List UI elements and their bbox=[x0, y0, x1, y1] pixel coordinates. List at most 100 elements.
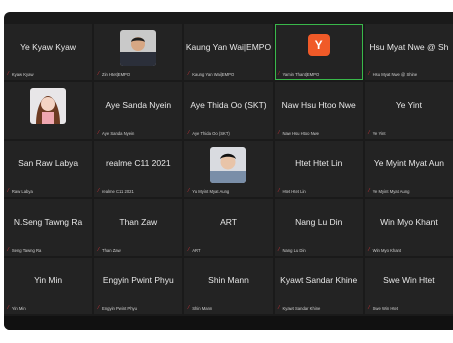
participant-label: Ye Yint bbox=[372, 130, 386, 136]
meeting-window: Ye Kyaw Kyaw ⁄ Kyaw Kyaw ⁄ Zin Htet|EMPO Kaun… bbox=[4, 12, 453, 330]
participant-name-tag: ⁄ Win Myo Khant bbox=[368, 246, 402, 253]
participant-label: Yamin Thant|EMPO bbox=[282, 72, 320, 78]
participant-display-name: Engyin Pwint Phyu bbox=[102, 275, 174, 286]
participant-tile[interactable]: San Raw Labya ⁄ Raw Labya bbox=[4, 140, 93, 198]
mic-muted-icon: ⁄ bbox=[278, 246, 280, 253]
participant-name-tag: ⁄ Ye Myint Myat Aung bbox=[369, 189, 410, 195]
participant-tile[interactable]: Kaung Yan Wai|EMPO ⁄ Kaung Yan Wai|EMPO bbox=[184, 24, 273, 81]
participant-label: Zin Htet|EMPO bbox=[102, 72, 131, 78]
participant-tile[interactable]: Hsu Myat Nwe @ Sh ⁄ Hsu Myat Nwe @ Shine bbox=[364, 24, 453, 81]
mic-muted-icon: ⁄ bbox=[368, 246, 370, 253]
participant-name-tag: ⁄ ART bbox=[188, 246, 201, 253]
mic-muted-icon: ⁄ bbox=[8, 305, 9, 311]
mic-muted-icon: ⁄ bbox=[278, 129, 280, 136]
participant-name-tag: ⁄ Kyaw Kyaw bbox=[8, 71, 34, 78]
participant-name-tag: ⁄ Raw Labya bbox=[8, 188, 33, 195]
participant-display-name: Yin Min bbox=[34, 275, 63, 286]
participant-name-tag: ⁄ Seng Tawng Ra bbox=[8, 246, 42, 253]
participant-tile[interactable]: Naw Hsu Htoo Nwe ⁄ Naw Hsu Htoo Nwe bbox=[274, 82, 363, 139]
mic-muted-icon: ⁄ bbox=[98, 129, 100, 136]
participant-label: Htet Htet Lin bbox=[282, 189, 306, 195]
participant-display-name: Than Zaw bbox=[119, 216, 158, 227]
participant-tile[interactable]: Than Zaw ⁄ Than Zaw bbox=[94, 199, 183, 256]
participant-tile[interactable]: ART ⁄ ART bbox=[184, 199, 273, 256]
participant-label: Kaung Yan Wai|EMPO bbox=[192, 72, 235, 78]
participant-label: Ye Myint Myat Aung bbox=[372, 189, 410, 195]
participant-tile[interactable]: Nang Lu Din ⁄ Nang Lu Din bbox=[274, 199, 363, 256]
mic-muted-icon: ⁄ bbox=[188, 188, 190, 195]
participant-tile[interactable] bbox=[4, 82, 93, 139]
participant-display-name: Kyawt Sandar Khine bbox=[280, 275, 358, 286]
participant-gallery: Ye Kyaw Kyaw ⁄ Kyaw Kyaw ⁄ Zin Htet|EMPO Kaun… bbox=[4, 24, 453, 314]
participant-label: Swe Win Htet bbox=[372, 306, 399, 311]
participant-tile[interactable]: Swe Win Htet ⁄ Swe Win Htet bbox=[364, 257, 453, 314]
participant-tile[interactable]: Engyin Pwint Phyu ⁄ Engyin Pwint Phyu bbox=[94, 257, 183, 314]
participant-name-tag: ⁄ Hsu Myat Nwe @ Shine bbox=[368, 71, 418, 78]
mic-muted-icon: ⁄ bbox=[98, 188, 100, 195]
participant-tile[interactable]: Ye Yint ⁄ Ye Yint bbox=[364, 82, 453, 139]
mic-muted-icon: ⁄ bbox=[278, 71, 280, 78]
participant-tile[interactable]: Aye Thida Oo (SKT) ⁄ Aye Thida Oo (SKT) bbox=[184, 82, 273, 139]
participant-name-tag: ⁄ Than Zaw bbox=[98, 246, 120, 253]
participant-label: Win Myo Khant bbox=[372, 247, 402, 253]
participant-tile[interactable]: Yin Min ⁄ Yin Min bbox=[4, 257, 93, 314]
participant-label: Seng Tawng Ra bbox=[11, 247, 42, 253]
participant-display-name: realme C11 2021 bbox=[106, 158, 171, 169]
participant-display-name: San Raw Labya bbox=[18, 158, 79, 169]
mic-muted-icon: ⁄ bbox=[98, 246, 100, 253]
mic-muted-icon: ⁄ bbox=[8, 188, 9, 195]
participant-display-name: Shin Mann bbox=[208, 275, 249, 286]
participant-tile[interactable]: ⁄ Yu Myint Myat Aung bbox=[184, 140, 273, 198]
participant-name-tag: ⁄ Yin Min bbox=[8, 305, 26, 312]
participant-name-tag: ⁄ Kaung Yan Wai|EMPO bbox=[188, 71, 235, 78]
mic-muted-icon: ⁄ bbox=[8, 71, 9, 78]
participant-display-name: Hsu Myat Nwe @ Sh bbox=[369, 41, 449, 52]
participant-label: Engyin Pwint Phyu bbox=[102, 306, 137, 311]
mic-muted-icon: ⁄ bbox=[188, 246, 190, 253]
participant-display-name: Swe Win Htet bbox=[383, 275, 435, 286]
participant-label: Yu Myint Myat Aung bbox=[192, 189, 230, 195]
participant-display-name: ART bbox=[220, 216, 237, 227]
participant-tile[interactable]: Aye Sanda Nyein ⁄ Aye Sanda Nyein bbox=[94, 82, 183, 139]
participant-label: Hsu Myat Nwe @ Shine bbox=[372, 72, 418, 78]
participant-tile[interactable]: Shin Mann ⁄ Shin Mann bbox=[184, 257, 273, 314]
participant-video-man-suit bbox=[120, 30, 157, 66]
participant-label: Naw Hsu Htoo Nwe bbox=[282, 130, 319, 136]
participant-display-name: Ye Kyaw Kyaw bbox=[20, 41, 77, 52]
participant-tile[interactable]: Win Myo Khant ⁄ Win Myo Khant bbox=[364, 199, 453, 256]
participant-name-tag: ⁄ Swe Win Htet bbox=[369, 306, 399, 312]
participant-name-tag: ⁄ Yamin Thant|EMPO bbox=[278, 71, 320, 78]
mic-muted-icon: ⁄ bbox=[368, 129, 370, 136]
participant-tile[interactable]: Kyawt Sandar Khine ⁄ Kyawt Sandar Khine bbox=[274, 257, 363, 314]
mic-muted-icon: ⁄ bbox=[188, 305, 190, 311]
meeting-control-bar bbox=[4, 316, 453, 330]
participant-tile[interactable]: Y ⁄ Yamin Thant|EMPO bbox=[274, 24, 363, 81]
participant-logo: Y bbox=[307, 34, 330, 56]
participant-name-tag: ⁄ Htet Htet Lin bbox=[278, 188, 306, 195]
mic-muted-icon: ⁄ bbox=[188, 71, 190, 78]
mic-muted-icon: ⁄ bbox=[278, 188, 280, 195]
participant-name-tag: ⁄ Kyawt Sandar Khine bbox=[278, 305, 321, 312]
participant-name-tag: ⁄ Nang Lu Din bbox=[278, 246, 306, 253]
participant-tile[interactable]: Ye Myint Myat Aun ⁄ Ye Myint Myat Aung bbox=[364, 140, 453, 198]
participant-name-tag: ⁄ Aye Thida Oo (SKT) bbox=[188, 130, 230, 136]
participant-tile[interactable]: Ye Kyaw Kyaw ⁄ Kyaw Kyaw bbox=[4, 24, 93, 81]
participant-tile[interactable]: Htet Htet Lin ⁄ Htet Htet Lin bbox=[274, 140, 363, 198]
participant-label: ART bbox=[192, 247, 201, 253]
participant-tile[interactable]: realme C11 2021 ⁄ realme C11 2021 bbox=[94, 140, 183, 198]
participant-tile[interactable]: N.Seng Tawng Ra ⁄ Seng Tawng Ra bbox=[4, 199, 93, 256]
participant-name-tag: ⁄ Yu Myint Myat Aung bbox=[188, 188, 230, 195]
participant-tile[interactable]: ⁄ Zin Htet|EMPO bbox=[94, 24, 183, 81]
participant-name-tag: ⁄ Zin Htet|EMPO bbox=[98, 72, 131, 78]
participant-display-name: Ye Yint bbox=[395, 99, 422, 110]
participant-label: Aye Thida Oo (SKT) bbox=[192, 130, 230, 136]
mic-muted-icon: ⁄ bbox=[8, 246, 9, 253]
participant-display-name: Naw Hsu Htoo Nwe bbox=[281, 99, 356, 110]
participant-label: Aye Sanda Nyein bbox=[102, 130, 135, 136]
mic-muted-icon: ⁄ bbox=[368, 71, 370, 78]
participant-video-woman-cartoon bbox=[30, 88, 67, 125]
participant-name-tag: ⁄ Shin Mann bbox=[188, 305, 212, 312]
mic-muted-icon: ⁄ bbox=[98, 305, 100, 311]
mic-muted-icon: ⁄ bbox=[278, 305, 280, 311]
screenshot-frame: Ye Kyaw Kyaw ⁄ Kyaw Kyaw ⁄ Zin Htet|EMPO Kaun… bbox=[0, 0, 453, 343]
